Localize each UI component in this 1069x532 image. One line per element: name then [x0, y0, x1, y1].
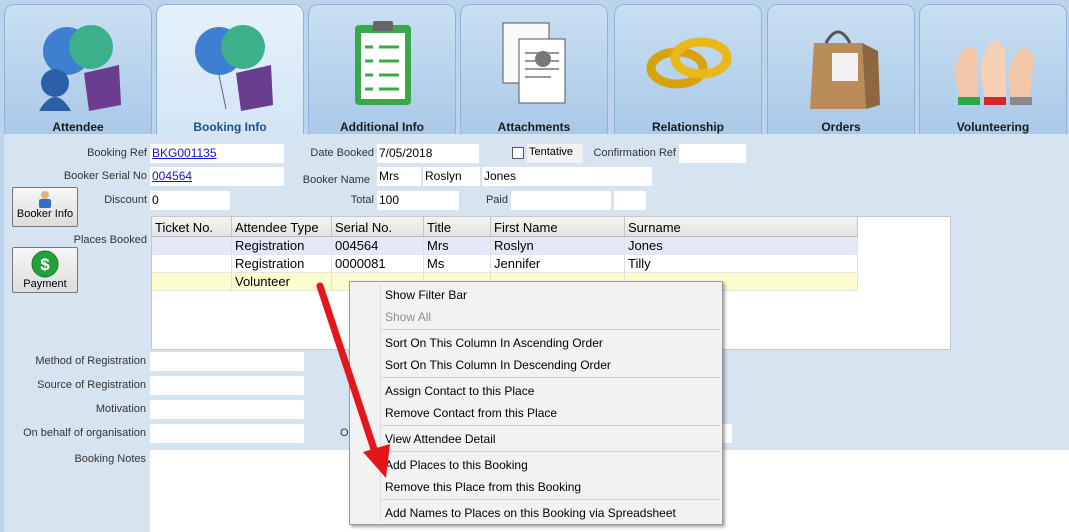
raised-hands-icon: [954, 41, 1034, 105]
menu-item-add-names-spreadsheet[interactable]: Add Names to Places on this Booking via …: [385, 506, 676, 520]
motivation-label: Motivation: [95, 403, 146, 415]
date-booked-label: Date Booked: [310, 147, 374, 159]
tab-booking-info[interactable]: Booking Info: [156, 4, 304, 134]
column-serial-no[interactable]: Serial No.: [332, 217, 424, 237]
cell-title: Mrs: [424, 237, 491, 255]
source-of-registration-field[interactable]: [150, 376, 304, 395]
tab-orders[interactable]: Orders: [767, 4, 915, 134]
menu-item-view-attendee-detail[interactable]: View Attendee Detail: [385, 432, 496, 446]
shopping-bag-icon: [810, 30, 880, 109]
menu-gutter: [380, 284, 381, 522]
booker-first-name-field[interactable]: Roslyn: [423, 167, 480, 186]
tab-label: Volunteering: [956, 120, 1030, 134]
discount-field[interactable]: 0: [150, 191, 230, 210]
cell-ticket-no: [152, 273, 232, 291]
column-attendee-type[interactable]: Attendee Type: [232, 217, 332, 237]
tab-attendee[interactable]: Attendee: [4, 4, 152, 134]
menu-item-remove-place[interactable]: Remove this Place from this Booking: [385, 480, 581, 494]
documents-pin-icon: [502, 22, 566, 104]
context-menu: Show Filter Bar Show All Sort On This Co…: [349, 281, 723, 525]
cell-serial-no: 0000081: [332, 255, 424, 273]
menu-item-assign-contact[interactable]: Assign Contact to this Place: [385, 384, 534, 398]
column-title[interactable]: Title: [424, 217, 491, 237]
date-booked-field[interactable]: 7/05/2018: [377, 144, 479, 163]
tab-relationship[interactable]: Relationship: [614, 4, 762, 134]
cell-attendee-type: Registration: [232, 237, 332, 255]
person-icon: [39, 191, 51, 208]
column-first-name[interactable]: First Name: [491, 217, 625, 237]
tab-label: Attendee: [52, 120, 104, 134]
booker-info-label: Booker Info: [16, 208, 74, 220]
booker-name-label: Booker Name: [302, 174, 370, 186]
menu-separator: [382, 377, 720, 378]
tentative-label: Tentative: [527, 144, 583, 163]
cell-first-name: Jennifer: [491, 255, 625, 273]
total-field[interactable]: 100: [377, 191, 459, 210]
menu-item-show-filter-bar[interactable]: Show Filter Bar: [385, 288, 467, 302]
cell-attendee-type: Registration: [232, 255, 332, 273]
booker-serial-label: Booker Serial No: [63, 170, 147, 182]
tab-label: Additional Info: [340, 120, 424, 134]
tab-label: Attachments: [497, 120, 571, 134]
attendee-balloons-icon: [39, 25, 121, 111]
menu-item-add-places[interactable]: Add Places to this Booking: [385, 458, 528, 472]
cell-ticket-no: [152, 237, 232, 255]
column-ticket-no[interactable]: Ticket No.: [152, 217, 232, 237]
tab-volunteering[interactable]: Volunteering: [919, 4, 1067, 134]
gold-rings-icon: [646, 37, 732, 89]
booker-serial-link[interactable]: 004564: [150, 167, 284, 186]
method-of-registration-label: Method of Registration: [35, 355, 146, 367]
tab-strip: Attendee Booking Info Additional Info At…: [0, 0, 1069, 134]
confirmation-ref-label: Confirmation Ref: [593, 147, 676, 159]
paid-extra-field[interactable]: [614, 191, 646, 210]
tab-label: Relationship: [651, 120, 724, 134]
method-of-registration-field[interactable]: [150, 352, 304, 371]
cell-title: Ms: [424, 255, 491, 273]
menu-separator: [382, 425, 720, 426]
payment-label: Payment: [23, 278, 67, 290]
grid-header: Ticket No. Attendee Type Serial No. Titl…: [152, 217, 858, 237]
menu-item-sort-ascending[interactable]: Sort On This Column In Ascending Order: [385, 336, 603, 350]
column-surname[interactable]: Surname: [625, 217, 858, 237]
booker-info-button[interactable]: Booker Info: [12, 187, 78, 227]
booker-last-name-field[interactable]: Jones: [482, 167, 652, 186]
booking-ref-link[interactable]: BKG001135: [150, 144, 284, 163]
menu-separator: [382, 451, 720, 452]
cell-surname: Jones: [625, 237, 858, 255]
booking-notes-label: Booking Notes: [74, 453, 146, 465]
motivation-field[interactable]: [150, 400, 304, 419]
table-row[interactable]: Registration 0000081 Ms Jennifer Tilly: [152, 255, 858, 273]
paid-field[interactable]: [511, 191, 611, 210]
cell-attendee-type: Volunteer: [232, 273, 332, 291]
cell-first-name: Roslyn: [491, 237, 625, 255]
total-label: Total: [350, 194, 374, 206]
on-behalf-of-organisation-label: On behalf of organisation: [23, 427, 146, 439]
cell-ticket-no: [152, 255, 232, 273]
menu-separator: [382, 329, 720, 330]
menu-separator: [382, 499, 720, 500]
paid-label: Paid: [485, 194, 508, 206]
tentative-checkbox[interactable]: [512, 147, 524, 159]
clipboard-checklist-icon: [355, 21, 411, 105]
on-behalf-of-organisation-field[interactable]: [150, 424, 304, 443]
menu-item-sort-descending[interactable]: Sort On This Column In Descending Order: [385, 358, 611, 372]
booking-balloons-icon: [195, 25, 273, 111]
cell-serial-no: 004564: [332, 237, 424, 255]
tab-attachments[interactable]: Attachments: [460, 4, 608, 134]
menu-item-remove-contact[interactable]: Remove Contact from this Place: [385, 406, 557, 420]
table-row[interactable]: Registration 004564 Mrs Roslyn Jones: [152, 237, 858, 255]
source-of-registration-label: Source of Registration: [37, 379, 146, 391]
booker-title-field[interactable]: Mrs: [377, 167, 421, 186]
confirmation-ref-field[interactable]: [679, 144, 746, 163]
booking-ref-label: Booking Ref: [87, 147, 147, 159]
tab-label: Orders: [821, 120, 861, 134]
dollar-coin-icon: $: [31, 250, 59, 278]
payment-button[interactable]: $ Payment: [12, 247, 78, 293]
places-booked-label: Places Booked: [73, 234, 147, 246]
cell-surname: Tilly: [625, 255, 858, 273]
tab-additional-info[interactable]: Additional Info: [308, 4, 456, 134]
menu-item-show-all[interactable]: Show All: [385, 310, 431, 324]
svg-text:$: $: [40, 255, 50, 274]
tab-label: Booking Info: [193, 120, 267, 134]
